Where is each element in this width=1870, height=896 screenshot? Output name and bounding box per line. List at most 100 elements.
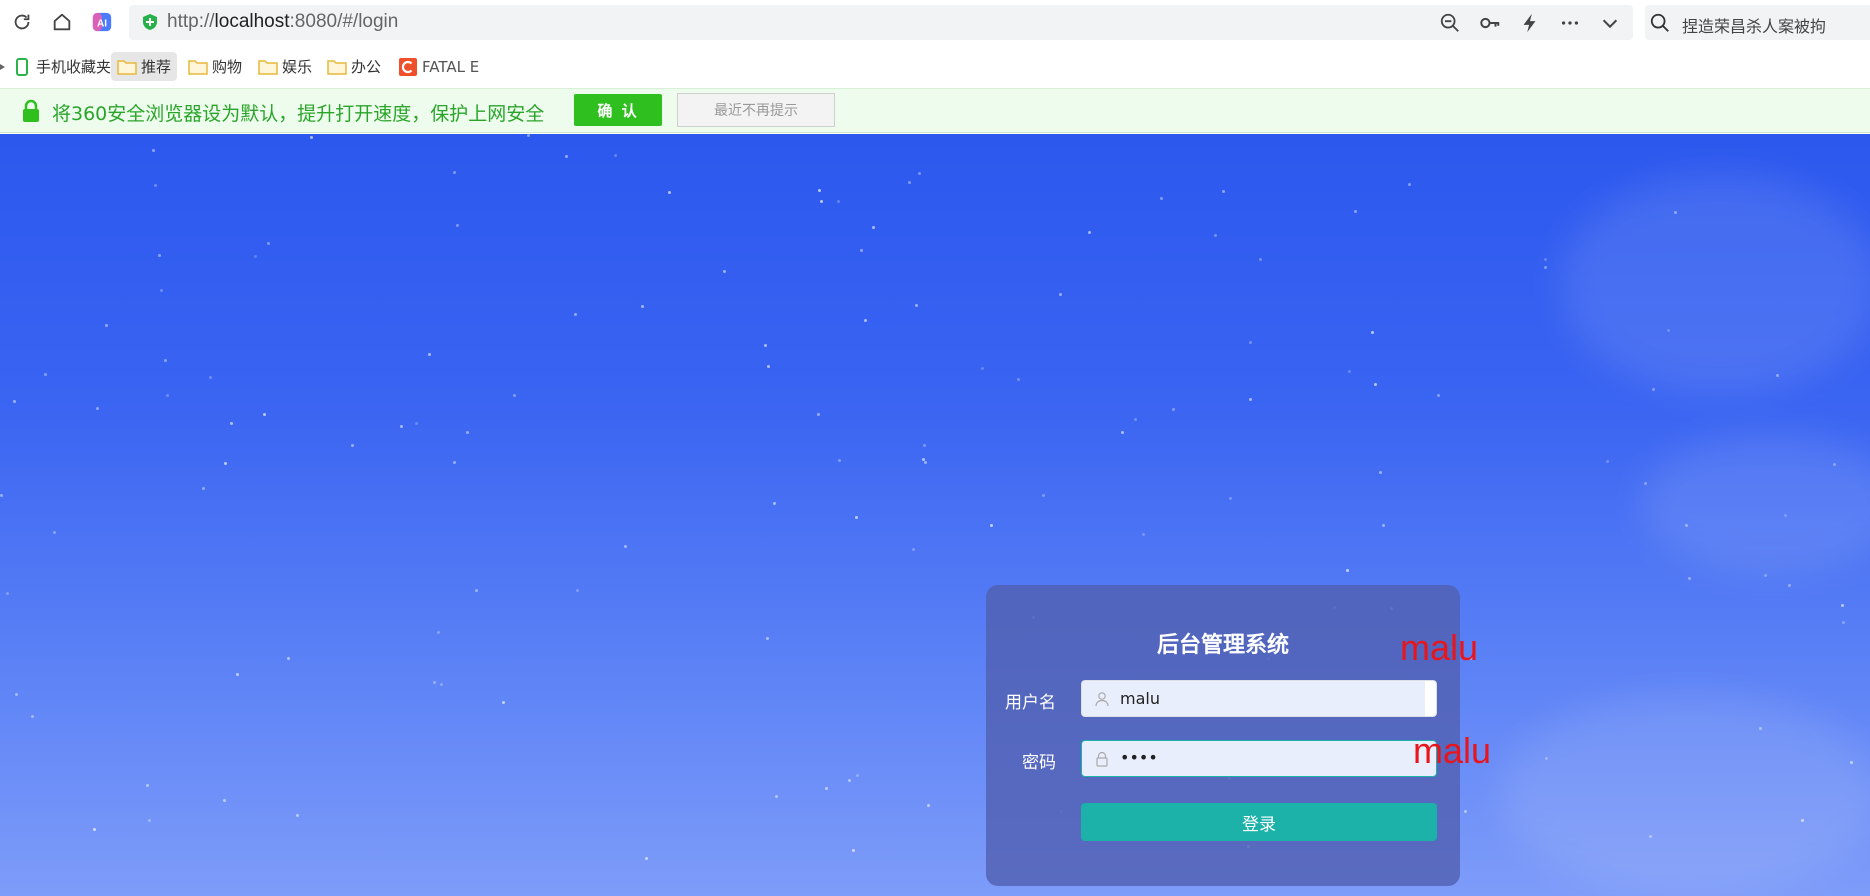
star <box>1788 584 1791 587</box>
background-cloud <box>1640 434 1870 574</box>
star <box>1229 497 1232 500</box>
star <box>93 828 96 831</box>
dismiss-button[interactable]: 最近不再提示 <box>677 93 835 127</box>
star <box>1606 460 1609 463</box>
star <box>254 255 257 258</box>
star <box>513 394 516 397</box>
user-icon <box>1095 692 1109 707</box>
background-cloud <box>1560 174 1870 394</box>
address-bar[interactable]: http://localhost:8080/#/login <box>129 5 1633 40</box>
star <box>164 359 167 362</box>
star <box>437 631 440 634</box>
star <box>453 461 456 464</box>
bookmark-folder-shopping[interactable]: 购物 <box>182 52 248 81</box>
star <box>1544 266 1547 269</box>
star <box>864 319 867 322</box>
chevron-down-icon[interactable] <box>1598 11 1622 35</box>
star <box>1042 494 1045 497</box>
star <box>1544 258 1547 261</box>
star <box>223 799 226 802</box>
login-title: 后台管理系统 <box>1156 633 1289 658</box>
star <box>453 171 456 174</box>
home-icon[interactable] <box>48 8 76 36</box>
star <box>574 313 577 316</box>
username-value[interactable]: malu <box>1120 689 1160 708</box>
folder-icon <box>327 59 347 75</box>
star <box>1160 197 1163 200</box>
star <box>1688 577 1691 580</box>
confirm-button[interactable]: 确 认 <box>574 94 662 126</box>
star <box>818 189 821 192</box>
star <box>1784 514 1787 517</box>
star <box>1649 835 1652 838</box>
star <box>1017 378 1020 381</box>
refresh-icon[interactable] <box>8 8 36 36</box>
search-box[interactable]: 捏造荣昌杀人案被拘 <box>1645 5 1870 40</box>
star <box>415 422 418 425</box>
c-logo-icon <box>399 57 417 76</box>
star <box>15 693 18 696</box>
star <box>1437 394 1440 397</box>
star <box>1382 524 1385 527</box>
login-button[interactable]: 登录 <box>1081 803 1437 841</box>
password-field[interactable]: •••• <box>1081 740 1437 777</box>
star <box>1776 374 1779 377</box>
star <box>764 344 767 347</box>
login-page: 后台管理系统 用户名 malu 密码 •••• 登录 malu malu <box>0 134 1870 896</box>
star <box>1464 810 1467 813</box>
star <box>1348 370 1351 373</box>
star <box>160 289 163 292</box>
star <box>848 779 851 782</box>
star <box>166 394 169 397</box>
zoom-out-icon[interactable] <box>1438 11 1462 35</box>
star <box>723 270 726 273</box>
search-suggestion[interactable]: 捏造荣昌杀人案被拘 <box>1682 13 1826 37</box>
star <box>296 814 299 817</box>
bookmark-folder-entertainment[interactable]: 娱乐 <box>252 52 318 81</box>
ai-icon[interactable]: AI <box>88 8 116 36</box>
star <box>912 548 915 551</box>
star <box>990 524 993 527</box>
star <box>1142 533 1145 536</box>
bookmark-folder-recommend[interactable]: 推荐 <box>111 52 178 81</box>
bookmark-fatal[interactable]: FATAL E <box>392 52 485 81</box>
more-icon[interactable] <box>1558 11 1582 35</box>
username-label: 用户名 <box>1005 693 1056 713</box>
star <box>158 254 161 257</box>
password-value[interactable]: •••• <box>1120 748 1158 767</box>
username-field[interactable]: malu <box>1081 680 1437 717</box>
star <box>502 701 505 704</box>
bolt-icon[interactable] <box>1518 11 1542 35</box>
star <box>105 324 108 327</box>
star <box>1222 190 1225 193</box>
star <box>1674 211 1677 214</box>
star <box>456 224 459 227</box>
star <box>641 305 644 308</box>
star <box>1374 383 1377 386</box>
star <box>44 373 47 376</box>
star <box>53 531 56 534</box>
star <box>1249 398 1252 401</box>
key-icon[interactable] <box>1478 11 1502 35</box>
password-annotation: malu <box>1413 730 1492 771</box>
star <box>1088 231 1091 234</box>
star <box>817 413 820 416</box>
star <box>1259 258 1262 261</box>
field-edge <box>1425 681 1436 716</box>
star <box>820 200 823 203</box>
star <box>351 444 354 447</box>
star <box>154 184 157 187</box>
star <box>1764 574 1767 577</box>
star <box>767 365 770 368</box>
star <box>202 487 205 490</box>
star <box>31 715 34 718</box>
url-text[interactable]: http://localhost:8080/#/login <box>167 11 398 33</box>
bookmark-folder-office[interactable]: 办公 <box>321 52 387 81</box>
star <box>1759 727 1762 730</box>
bookmark-mobile-favorites[interactable]: 手机收藏夹 <box>6 52 117 81</box>
security-shield-icon <box>143 14 157 30</box>
folder-icon <box>188 59 208 75</box>
star <box>433 681 436 684</box>
search-icon[interactable] <box>1649 12 1671 34</box>
star <box>0 494 3 497</box>
